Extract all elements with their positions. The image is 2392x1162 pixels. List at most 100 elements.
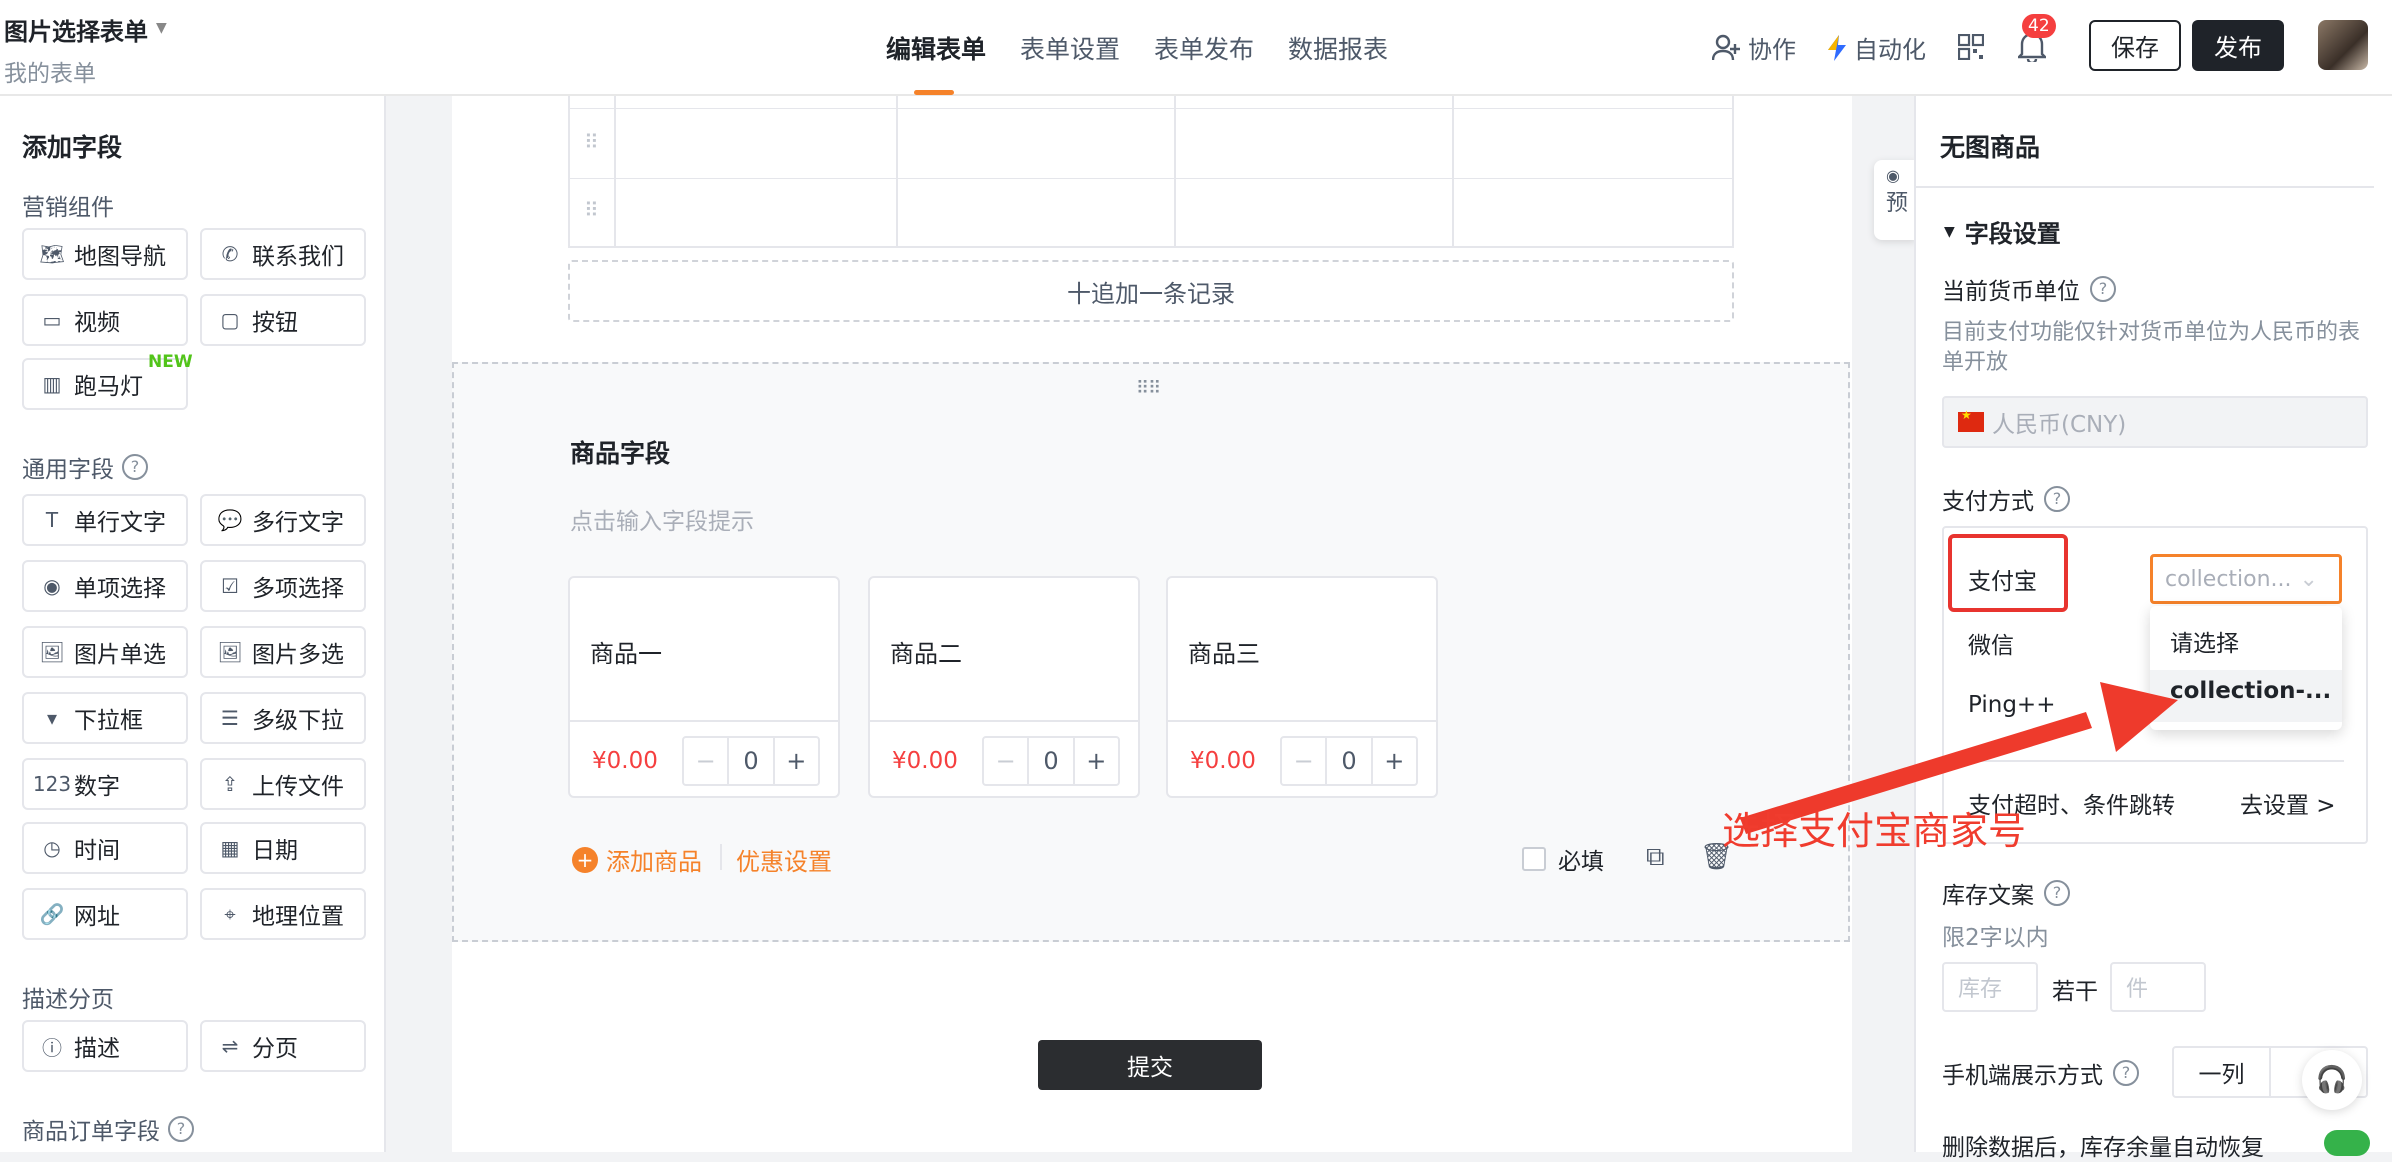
tab-data-report[interactable]: 数据报表: [1288, 30, 1388, 66]
collab-button[interactable]: 协作: [1712, 30, 1796, 65]
notification-badge: 42: [2022, 14, 2056, 38]
quantity-stepper[interactable]: −0 +: [1280, 736, 1418, 786]
field-time[interactable]: ◷ 时间: [22, 822, 188, 874]
checkbox[interactable]: [1522, 847, 1546, 871]
submit-button[interactable]: 提交: [1038, 1040, 1262, 1090]
publish-button[interactable]: 发布: [2192, 20, 2284, 71]
chevron-down-icon[interactable]: ▼: [156, 20, 167, 36]
field-map-nav[interactable]: 🗺 地图导航: [22, 228, 188, 280]
help-icon[interactable]: ?: [2090, 276, 2116, 302]
field-image-multi[interactable]: 🖼 图片多选: [200, 626, 366, 678]
plus-icon[interactable]: +: [775, 738, 818, 784]
add-user-icon: [1712, 34, 1740, 60]
field-single-text[interactable]: T 单行文字: [22, 494, 188, 546]
required-checkbox[interactable]: 必填: [1522, 842, 1604, 876]
payment-wechat[interactable]: 微信: [1968, 626, 2014, 660]
field-multi-text[interactable]: 💬 多行文字: [200, 494, 366, 546]
headset-icon[interactable]: 🎧: [2302, 1050, 2362, 1110]
field-button[interactable]: ▢ 按钮: [200, 294, 366, 346]
field-url[interactable]: 🔗 网址: [22, 888, 188, 940]
help-icon[interactable]: ?: [122, 454, 148, 480]
option-one-column[interactable]: 一列: [2174, 1048, 2269, 1096]
field-upload[interactable]: ⇪ 上传文件: [200, 758, 366, 810]
field-location[interactable]: ⌖ 地理位置: [200, 888, 366, 940]
button-icon: ▢: [220, 308, 240, 332]
field-cascade[interactable]: ☰ 多级下拉: [200, 692, 366, 744]
checkbox-icon: ☑: [221, 574, 239, 598]
stock-middle-text: 若干: [2052, 979, 2098, 1005]
preview-button[interactable]: ◉ 预: [1874, 160, 1916, 240]
field-pagebreak[interactable]: ⇌ 分页: [200, 1020, 366, 1072]
stock-prefix-input[interactable]: 库存: [1942, 962, 2038, 1012]
calendar-icon: ▦: [220, 836, 240, 860]
field-number[interactable]: 123 数字: [22, 758, 188, 810]
field-settings-toggle[interactable]: ▼ 字段设置: [1944, 214, 2061, 249]
product-card[interactable]: 商品三 ¥0.00 −0 +: [1166, 576, 1438, 798]
minus-icon[interactable]: −: [684, 738, 730, 784]
tab-form-publish[interactable]: 表单发布: [1154, 30, 1254, 66]
top-bar: 图片选择表单 ▼ 我的表单 编辑表单 表单设置 表单发布 数据报表 协作 自动化…: [0, 0, 2392, 96]
tab-edit-form[interactable]: 编辑表单: [886, 30, 986, 66]
section-title[interactable]: 商品字段: [570, 434, 670, 470]
merchant-select[interactable]: collection... ⌄: [2150, 554, 2342, 604]
field-contact-us[interactable]: ✆ 联系我们: [200, 228, 366, 280]
row-drag-handle-icon[interactable]: ⠿: [584, 198, 599, 222]
field-dropdown[interactable]: ▾ 下拉框: [22, 692, 188, 744]
restore-stock-toggle[interactable]: [2324, 1130, 2370, 1156]
currency-field: 人民币(CNY): [1942, 396, 2368, 448]
form-title[interactable]: 图片选择表单: [4, 12, 148, 47]
caret-down-icon: ▼: [1944, 223, 1955, 240]
stock-suffix-input[interactable]: 件: [2110, 962, 2206, 1012]
number-icon: 123: [32, 772, 72, 796]
active-tab-indicator: [914, 90, 954, 95]
tab-form-settings[interactable]: 表单设置: [1020, 30, 1120, 66]
quantity-stepper[interactable]: −0 +: [682, 736, 820, 786]
payment-pingpp[interactable]: Ping++: [1968, 692, 2055, 718]
merchant-dropdown: 请选择 collection-...: [2150, 606, 2342, 730]
automation-button[interactable]: 自动化: [1826, 30, 1926, 65]
minus-icon[interactable]: −: [984, 738, 1030, 784]
form-breadcrumb[interactable]: 我的表单: [4, 54, 96, 88]
go-settings-link[interactable]: 去设置 >: [2240, 786, 2336, 820]
upload-icon: ⇪: [221, 772, 239, 796]
save-button[interactable]: 保存: [2089, 20, 2181, 71]
quantity-stepper[interactable]: −0 +: [982, 736, 1120, 786]
apps-grid-icon[interactable]: [1958, 34, 1984, 60]
annotation-text: 选择支付宝商家号: [1722, 809, 2027, 853]
product-card[interactable]: 商品一 ¥0.00 −0 +: [568, 576, 840, 798]
section-drag-handle-icon[interactable]: ⠿⠿: [1136, 378, 1161, 399]
radio-icon: ◉: [43, 574, 61, 598]
help-icon[interactable]: ?: [2113, 1060, 2139, 1086]
help-icon[interactable]: ?: [2044, 486, 2070, 512]
field-single-choice[interactable]: ◉ 单项选择: [22, 560, 188, 612]
plus-icon[interactable]: +: [1373, 738, 1416, 784]
payment-alipay[interactable]: 支付宝: [1968, 562, 2037, 596]
add-record-button[interactable]: 十追加一条记录: [568, 260, 1734, 322]
avatar[interactable]: [2318, 20, 2368, 70]
row-drag-handle-icon[interactable]: ⠿: [584, 130, 599, 154]
help-icon[interactable]: ?: [2044, 880, 2070, 906]
quantity-value[interactable]: 0: [729, 738, 775, 784]
discount-settings-link[interactable]: 优惠设置: [736, 842, 832, 877]
field-description[interactable]: ⓘ 描述: [22, 1020, 188, 1072]
quantity-value[interactable]: 0: [1327, 738, 1373, 784]
field-multi-choice[interactable]: ☑ 多项选择: [200, 560, 366, 612]
copy-icon[interactable]: ⧉: [1646, 842, 1665, 873]
stock-label: 库存文案?: [1942, 876, 2070, 910]
field-date[interactable]: ▦ 日期: [200, 822, 366, 874]
minus-icon[interactable]: −: [1282, 738, 1328, 784]
field-video[interactable]: ▭ 视频: [22, 294, 188, 346]
automation-label: 自动化: [1854, 36, 1926, 64]
add-goods-button[interactable]: + 添加商品: [572, 842, 702, 877]
plus-icon[interactable]: +: [1075, 738, 1118, 784]
product-card[interactable]: 商品二 ¥0.00 −0 +: [868, 576, 1140, 798]
payment-label: 支付方式?: [1942, 482, 2070, 516]
field-image-single[interactable]: 🖼 图片单选: [22, 626, 188, 678]
section-hint[interactable]: 点击输入字段提示: [570, 502, 754, 536]
quantity-value[interactable]: 0: [1029, 738, 1075, 784]
cascade-icon: ☰: [221, 706, 239, 730]
product-price: ¥0.00: [1190, 748, 1256, 774]
dropdown-option[interactable]: collection-...: [2170, 678, 2331, 704]
dropdown-option[interactable]: 请选择: [2170, 624, 2239, 658]
help-icon[interactable]: ?: [168, 1116, 194, 1142]
